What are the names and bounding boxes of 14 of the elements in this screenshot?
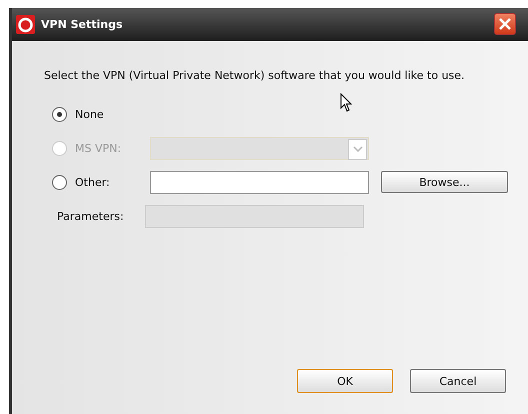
input-field[interactable] [150, 170, 369, 194]
close-icon [499, 18, 511, 30]
logo-icon [16, 15, 35, 34]
radio-option[interactable]: None [44, 106, 150, 122]
close-button[interactable] [494, 13, 516, 35]
window-title: VPN Settings [41, 18, 123, 31]
cursor-icon [340, 93, 354, 113]
instruction-text: Select the VPN (Virtual Private Network) software that you would like to use. [44, 69, 466, 82]
chevron-down-icon [352, 146, 362, 152]
dialog-button[interactable]: OK [297, 369, 393, 393]
dialog-button[interactable]: Cancel [410, 369, 506, 393]
parameters-label: Parameters: [56, 210, 125, 222]
radio-option[interactable]: Other: [44, 174, 150, 190]
browse-button[interactable]: Browse... [381, 171, 508, 193]
